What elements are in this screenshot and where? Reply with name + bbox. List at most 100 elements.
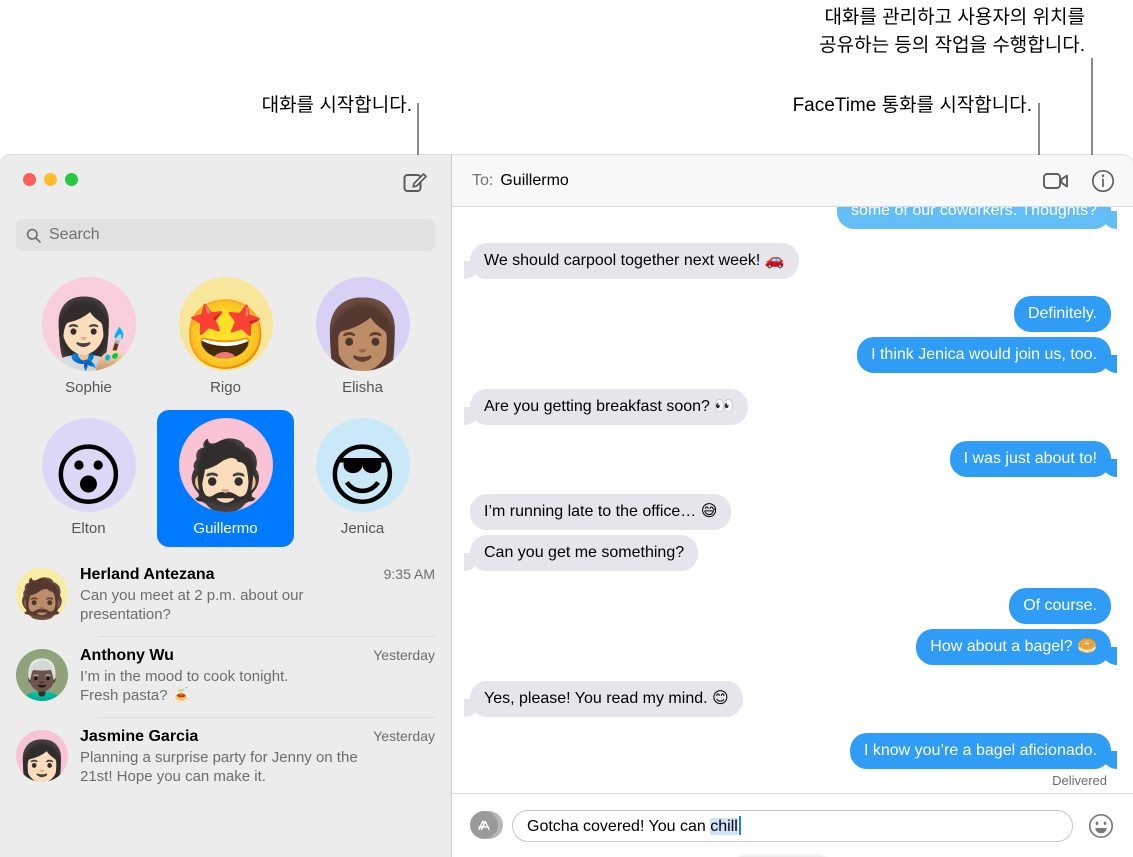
avatar: 👩🏻‍🎨	[41, 277, 136, 371]
search-icon	[26, 228, 41, 243]
message-bubble-incoming[interactable]: We should carpool together next week! 🚗	[470, 243, 799, 279]
to-label: To:	[472, 171, 494, 189]
input-prefix: Gotcha covered! You can	[527, 817, 711, 835]
pinned-conversations-grid: 👩🏻‍🎨 Sophie 🤩 Rigo 👩🏽 Elisha 😮 Elton 🧔🏻 …	[0, 269, 451, 547]
conversation-timestamp: Yesterday	[373, 728, 435, 744]
message-row: Yes, please! You read my mind. 😊	[470, 681, 1111, 717]
pinned-item-label: Elton	[71, 520, 106, 537]
avatar: 👩🏻	[16, 730, 68, 782]
message-row: Can you get me something?	[470, 535, 1111, 571]
pinned-item-elisha[interactable]: 👩🏽 Elisha	[294, 269, 431, 406]
delivery-status: Delivered	[1052, 773, 1107, 788]
conversation-preview-text: Planning a surprise party for Jenny on t…	[80, 749, 358, 785]
message-bubble-outgoing[interactable]: I was just about to!	[949, 441, 1111, 477]
messages-app-window: Search 👩🏻‍🎨 Sophie 🤩 Rigo 👩🏽 Elisha 😮 El…	[0, 155, 1133, 857]
annotation-leader-line-details	[1091, 58, 1093, 160]
message-bubble-outgoing[interactable]: I think Jenica would join us, too.	[857, 337, 1111, 373]
app-store-icon[interactable]	[470, 810, 503, 841]
message-bubble-incoming[interactable]: I’m running late to the office… 😅	[470, 494, 732, 530]
annotation-facetime-label: FaceTime 통화를 시작합니다.	[792, 95, 1032, 116]
message-row: I know you’re a bagel aficionado.	[470, 733, 1111, 769]
pinned-item-label: Sophie	[65, 379, 112, 396]
message-row: We should carpool together next week! 🚗	[470, 243, 1111, 279]
pinned-item-guillermo[interactable]: 🧔🏻 Guillermo	[157, 410, 294, 547]
avatar: 👨🏿‍🦳	[16, 649, 68, 701]
chat-pane: To: Guillermo some of our coworkers. Tho…	[452, 155, 1133, 857]
conversation-timestamp: Yesterday	[373, 647, 435, 663]
message-row: I think Jenica would join us, too.	[470, 337, 1111, 373]
message-row: How about a bagel? 🥯	[470, 629, 1111, 665]
pinned-item-elton[interactable]: 😮 Elton	[20, 410, 157, 547]
message-input[interactable]: Gotcha covered! You can chill	[512, 809, 1073, 842]
search-input[interactable]: Search	[16, 219, 435, 251]
conversation-preview-text: I’m in the mood to cook tonight. Fresh p…	[80, 668, 289, 704]
avatar: 🤩	[178, 277, 273, 371]
pinned-item-rigo[interactable]: 🤩 Rigo	[157, 269, 294, 406]
message-bubble-incoming[interactable]: Are you getting breakfast soon? 👀	[470, 389, 749, 425]
avatar: 😎	[315, 418, 410, 512]
conversation-row-jasmine-garcia[interactable]: 👩🏻 Jasmine Garcia Yesterday Planning a s…	[16, 717, 435, 798]
close-window-button[interactable]	[23, 173, 36, 186]
window-titlebar	[0, 155, 451, 207]
conversation-sender-name: Anthony Wu	[80, 647, 174, 664]
pinned-item-label: Elisha	[342, 379, 383, 396]
avatar-glyph: 🤩	[183, 297, 268, 371]
annotation-compose-label: 대화를 시작합니다.	[261, 95, 412, 116]
avatar-glyph: 😮	[53, 438, 124, 512]
compose-icon[interactable]	[401, 168, 429, 196]
avatar-glyph: 👩🏽	[320, 297, 405, 371]
message-row: some of our coworkers. Thoughts?	[470, 207, 1111, 229]
facetime-video-icon[interactable]	[1043, 171, 1069, 191]
compose-bar: Gotcha covered! You can chill chillax	[452, 793, 1133, 857]
avatar: 😮	[41, 418, 136, 512]
avatar-glyph: 😎	[327, 438, 398, 512]
annotation-leader-line-compose	[417, 103, 419, 160]
conversation-timestamp: 9:35 AM	[383, 566, 435, 582]
sidebar: Search 👩🏻‍🎨 Sophie 🤩 Rigo 👩🏽 Elisha 😮 El…	[0, 155, 452, 857]
message-input-text: Gotcha covered! You can chill	[527, 815, 741, 836]
message-bubble-outgoing[interactable]: I know you’re a bagel aficionado.	[849, 733, 1111, 769]
input-selected-word: chill	[710, 817, 738, 835]
message-bubble-incoming[interactable]: Can you get me something?	[470, 535, 699, 571]
recipient-name[interactable]: Guillermo	[500, 172, 568, 190]
avatar-glyph: 🧔🏻	[183, 438, 268, 512]
message-row: Definitely.	[470, 296, 1111, 332]
conversation-sender-name: Herland Antezana	[80, 566, 215, 583]
avatar: 👩🏽	[315, 277, 410, 371]
conversation-sender-name: Jasmine Garcia	[80, 728, 199, 745]
pinned-item-label: Guillermo	[193, 520, 258, 537]
text-caret	[738, 815, 741, 835]
pinned-item-label: Rigo	[210, 379, 241, 396]
pinned-item-jenica[interactable]: 😎 Jenica	[294, 410, 431, 547]
traffic-lights	[23, 173, 78, 186]
smiley-face-icon[interactable]	[1087, 812, 1115, 840]
message-row: I was just about to!	[470, 441, 1111, 477]
pinned-item-label: Jenica	[340, 520, 385, 537]
conversation-row-herland-antezana[interactable]: 🧔🏽 Herland Antezana 9:35 AM Can you meet…	[16, 555, 435, 636]
message-row: I’m running late to the office… 😅	[470, 494, 1111, 530]
avatar-glyph: 👩🏻‍🎨	[46, 297, 131, 371]
message-bubble-incoming[interactable]: Yes, please! You read my mind. 😊	[470, 681, 743, 717]
message-bubble-outgoing[interactable]: Definitely.	[1013, 296, 1111, 332]
search-placeholder: Search	[49, 226, 100, 243]
avatar: 🧔🏻	[178, 418, 273, 512]
conversation-preview-text: Can you meet at 2 p.m. about our present…	[80, 587, 304, 623]
annotation-leader-line-facetime	[1038, 103, 1040, 160]
annotation-details-label: 대화를 관리하고 사용자의 위치를 공유하는 등의 작업을 수행합니다.	[819, 7, 1085, 56]
message-thread[interactable]: some of our coworkers. Thoughts? We shou…	[452, 207, 1133, 793]
avatar-glyph: 👩🏻	[17, 740, 67, 782]
message-bubble-outgoing[interactable]: Of course.	[1009, 588, 1111, 624]
pinned-item-sophie[interactable]: 👩🏻‍🎨 Sophie	[20, 269, 157, 406]
avatar: 🧔🏽	[16, 568, 68, 620]
message-row: Are you getting breakfast soon? 👀	[470, 389, 1111, 425]
conversation-row-anthony-wu[interactable]: 👨🏿‍🦳 Anthony Wu Yesterday I’m in the moo…	[16, 636, 435, 717]
minimize-window-button[interactable]	[44, 173, 57, 186]
maximize-window-button[interactable]	[65, 173, 78, 186]
message-row: Of course.	[470, 588, 1111, 624]
message-bubble-outgoing[interactable]: some of our coworkers. Thoughts?	[836, 207, 1111, 229]
avatar-glyph: 👨🏿‍🦳	[17, 659, 67, 701]
info-circle-icon[interactable]	[1091, 169, 1115, 193]
conversation-list: 🧔🏽 Herland Antezana 9:35 AM Can you meet…	[0, 555, 451, 798]
chat-header: To: Guillermo	[452, 155, 1133, 207]
message-bubble-outgoing[interactable]: How about a bagel? 🥯	[916, 629, 1111, 665]
